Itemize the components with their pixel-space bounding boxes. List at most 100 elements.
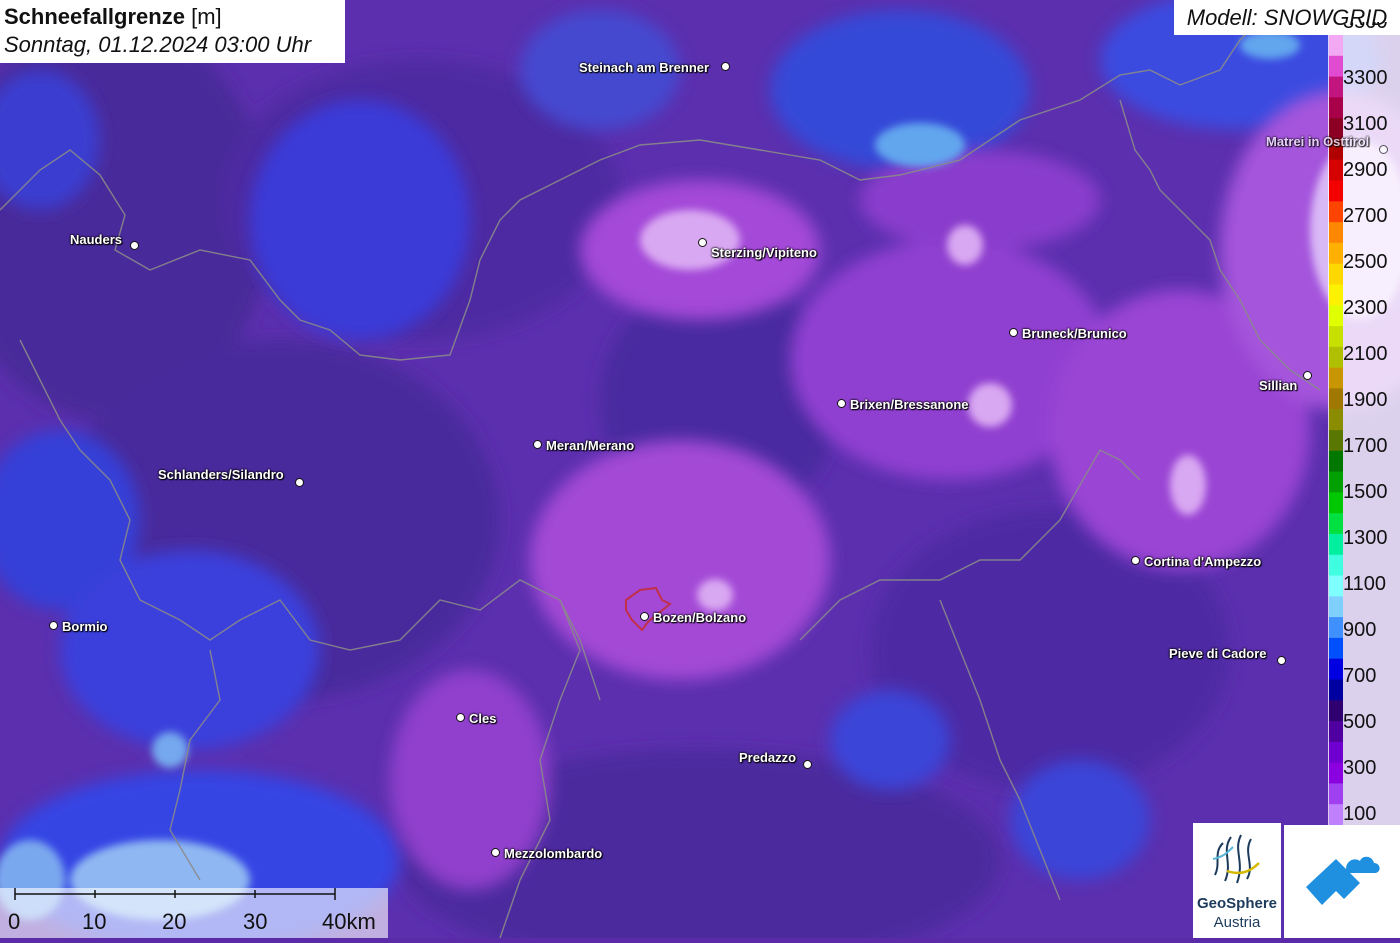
geosphere-emblem-icon xyxy=(1212,834,1260,884)
legend-color-step xyxy=(1329,35,1343,57)
map-timestamp: Sonntag, 01.12.2024 03:00 Uhr xyxy=(4,32,312,57)
legend-color-step xyxy=(1329,741,1343,764)
place-marker[interactable] xyxy=(130,241,139,250)
place-marker[interactable] xyxy=(1379,145,1388,154)
place-marker[interactable] xyxy=(1009,328,1018,337)
snow-app-logo[interactable] xyxy=(1284,825,1400,938)
place-label[interactable]: Bruneck/Brunico xyxy=(1022,326,1127,341)
place-label[interactable]: Cles xyxy=(469,711,496,726)
legend-color-step xyxy=(1329,242,1343,265)
legend-label: 900 xyxy=(1343,619,1377,641)
legend-color-step xyxy=(1329,513,1343,535)
legend-color-step xyxy=(1329,471,1343,493)
place-label[interactable]: Steinach am Brenner xyxy=(579,60,709,75)
map-title-unit: [m] xyxy=(191,4,222,29)
place-label[interactable]: Matrei in Osttirol xyxy=(1266,134,1369,149)
legend-color-step xyxy=(1329,658,1343,680)
scale-label-20: 20 xyxy=(162,909,187,934)
legend-color-step xyxy=(1329,533,1343,556)
legend-color-step xyxy=(1329,180,1343,202)
legend-label: 2100 xyxy=(1343,343,1388,365)
legend-color-step xyxy=(1329,783,1343,805)
place-marker[interactable] xyxy=(1277,656,1286,665)
place-marker[interactable] xyxy=(456,713,465,722)
legend-color-step xyxy=(1329,367,1343,389)
legend-label: 1700 xyxy=(1343,435,1388,457)
legend-color-step xyxy=(1329,804,1343,825)
legend-label: 1500 xyxy=(1343,481,1388,503)
legend-label: 3100 xyxy=(1343,113,1388,135)
legend-label: 2500 xyxy=(1343,251,1388,273)
legend-color-step xyxy=(1329,617,1343,639)
place-marker[interactable] xyxy=(533,440,542,449)
legend-color-step xyxy=(1329,97,1343,119)
legend-color-step xyxy=(1329,263,1343,285)
place-marker[interactable] xyxy=(640,612,649,621)
legend-label: 700 xyxy=(1343,665,1377,687)
place-marker[interactable] xyxy=(1303,371,1312,380)
legend-label: 1100 xyxy=(1343,573,1387,595)
scale-label-40km: 40km xyxy=(322,909,376,934)
legend-color-step xyxy=(1329,762,1343,784)
place-label[interactable]: Sillian xyxy=(1259,378,1297,393)
legend-color-bar xyxy=(1329,35,1343,825)
place-label[interactable]: Nauders xyxy=(70,232,122,247)
legend-color-step xyxy=(1329,284,1343,306)
legend-label: 300 xyxy=(1343,757,1377,779)
legend-color-step xyxy=(1329,575,1343,597)
place-marker[interactable] xyxy=(721,62,730,71)
legend-color-step xyxy=(1329,346,1343,369)
place-label[interactable]: Brixen/Bressanone xyxy=(850,397,969,412)
place-label[interactable]: Schlanders/Silandro xyxy=(158,467,284,482)
place-label[interactable]: Sterzing/Vipiteno xyxy=(711,245,817,260)
scale-label-0: 0 xyxy=(8,909,21,934)
place-label[interactable]: Bozen/Bolzano xyxy=(653,610,746,625)
place-label[interactable]: Predazzo xyxy=(739,750,796,765)
place-marker[interactable] xyxy=(837,399,846,408)
geosphere-logo[interactable]: GeoSphere Austria xyxy=(1193,823,1281,938)
place-marker[interactable] xyxy=(698,238,707,247)
legend-color-step xyxy=(1329,679,1343,701)
place-label[interactable]: Bormio xyxy=(62,619,108,634)
legend-color-step xyxy=(1329,554,1343,577)
legend-color-step xyxy=(1329,700,1343,722)
geosphere-logo-text: GeoSphere xyxy=(1196,895,1278,912)
place-marker[interactable] xyxy=(491,848,500,857)
place-marker[interactable] xyxy=(49,621,58,630)
legend-color-step xyxy=(1329,596,1343,618)
place-label[interactable]: Pieve di Cadore xyxy=(1169,646,1267,661)
legend-label-top-clipped: 3500 xyxy=(1343,22,1388,33)
legend-color-step xyxy=(1329,450,1343,473)
place-marker[interactable] xyxy=(1131,556,1140,565)
map-title: Schneefallgrenze xyxy=(4,4,185,29)
legend-color-step xyxy=(1329,305,1343,327)
map-title-panel: Schneefallgrenze [m] Sonntag, 01.12.2024… xyxy=(0,0,345,63)
scale-label-10: 10 xyxy=(82,909,107,934)
legend-label: 500 xyxy=(1343,711,1377,733)
scale-label-30: 30 xyxy=(243,909,268,934)
place-label[interactable]: Cortina d'Ampezzo xyxy=(1144,554,1261,569)
legend-label: 2300 xyxy=(1343,297,1388,319)
legend-color-step xyxy=(1329,721,1343,743)
place-marker[interactable] xyxy=(803,760,812,769)
color-legend xyxy=(1328,35,1400,825)
place-marker[interactable] xyxy=(295,478,304,487)
legend-color-step xyxy=(1329,159,1343,182)
legend-color-step xyxy=(1329,388,1343,410)
legend-color-step xyxy=(1329,201,1343,223)
legend-label: 2900 xyxy=(1343,159,1388,181)
legend-color-step xyxy=(1329,222,1343,244)
legend-label: 2700 xyxy=(1343,205,1388,227)
legend-color-step xyxy=(1329,55,1343,78)
legend-color-step xyxy=(1329,430,1343,452)
place-label[interactable]: Meran/Merano xyxy=(546,438,634,453)
legend-label: 3300 xyxy=(1343,67,1388,89)
legend-color-step xyxy=(1329,637,1343,660)
legend-label: 100 xyxy=(1343,803,1377,825)
legend-color-step xyxy=(1329,409,1343,431)
legend-color-step xyxy=(1329,76,1343,98)
legend-label: 1300 xyxy=(1343,527,1388,549)
mountain-cloud-icon xyxy=(1306,856,1380,905)
place-label[interactable]: Mezzolombardo xyxy=(504,846,602,861)
legend-label: 1900 xyxy=(1343,389,1388,411)
